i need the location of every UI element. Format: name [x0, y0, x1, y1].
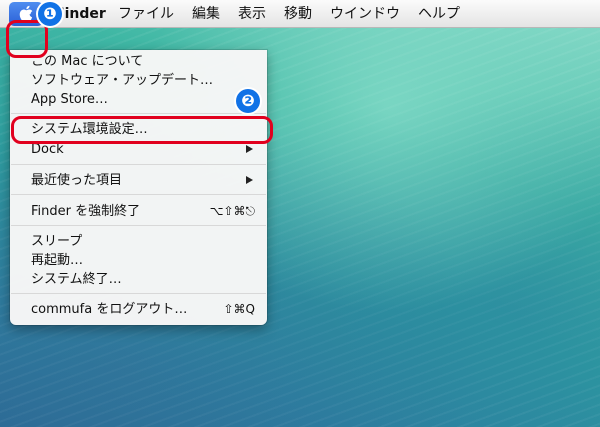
menu-item-app-store[interactable]: App Store… — [10, 90, 267, 109]
menu-finder[interactable]: Finder — [55, 4, 106, 24]
menu-item-label: システム終了… — [31, 272, 122, 287]
menu-item-label: commufa をログアウト… — [31, 302, 188, 317]
menu-item-label: スリープ — [31, 234, 83, 249]
step-1-badge: ❶ — [38, 2, 62, 26]
menu-file[interactable]: ファイル — [118, 4, 174, 24]
menu-item-label: 再起動… — [31, 253, 84, 268]
menu-item-software-update[interactable]: ソフトウェア・アップデート… — [10, 71, 267, 90]
menu-item-force-quit[interactable]: Finder を強制終了 ⌥⇧⌘⎋ — [10, 202, 267, 221]
menu-go[interactable]: 移動 — [284, 4, 312, 24]
menu-item-shutdown[interactable]: システム終了… — [10, 270, 267, 289]
highlight-apple-menu — [6, 20, 48, 58]
menu-separator — [11, 113, 266, 114]
menu-separator — [11, 164, 266, 165]
step-2-badge: ❷ — [236, 89, 260, 113]
submenu-arrow-icon — [246, 176, 253, 184]
menu-edit[interactable]: 編集 — [192, 4, 220, 24]
menu-bar: Finder ファイル 編集 表示 移動 ウインドウ ヘルプ — [0, 0, 600, 28]
menu-help[interactable]: ヘルプ — [418, 4, 460, 24]
menu-item-label: 最近使った項目 — [31, 173, 123, 188]
menu-item-about[interactable]: この Mac について — [10, 52, 267, 71]
menu-item-label: App Store… — [31, 92, 108, 107]
menu-separator — [11, 293, 266, 294]
menu-separator — [11, 225, 266, 226]
menu-item-label: Finder を強制終了 — [31, 204, 141, 219]
menu-separator — [11, 194, 266, 195]
menu-item-label: この Mac について — [31, 54, 144, 69]
menu-view[interactable]: 表示 — [238, 4, 266, 24]
submenu-arrow-icon — [246, 145, 253, 153]
highlight-system-preferences — [11, 116, 273, 144]
menu-item-logout[interactable]: commufa をログアウト… ⇧⌘Q — [10, 300, 267, 319]
shortcut-label: ⌥⇧⌘⎋ — [209, 204, 255, 218]
menu-item-recent-items[interactable]: 最近使った項目 — [10, 171, 267, 190]
apple-dropdown-menu: この Mac について ソフトウェア・アップデート… App Store… シス… — [10, 50, 267, 325]
menu-item-label: ソフトウェア・アップデート… — [31, 73, 214, 88]
menu-window[interactable]: ウインドウ — [330, 4, 400, 24]
menu-item-restart[interactable]: 再起動… — [10, 251, 267, 270]
menu-item-sleep[interactable]: スリープ — [10, 232, 267, 251]
shortcut-label: ⇧⌘Q — [223, 302, 256, 316]
